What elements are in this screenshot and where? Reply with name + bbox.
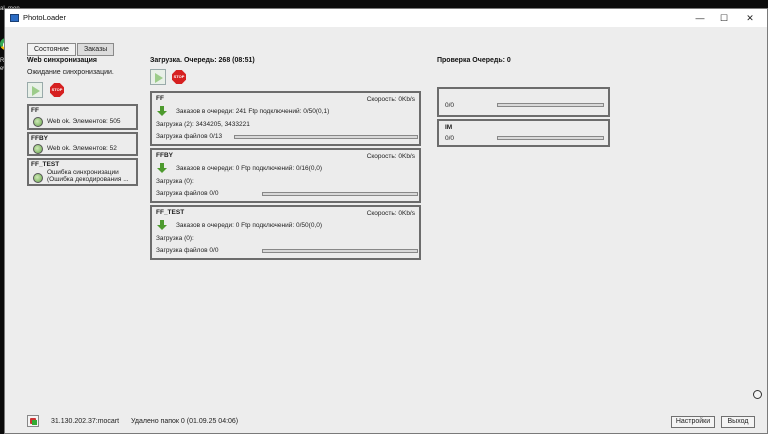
panel-name: FF_TEST [31,161,60,168]
photoloader-window: PhotoLoader — ☐ ✕ Состояние Заказы Web с… [4,8,768,434]
speed-label: Скорость: 0Kb/s [366,153,415,160]
files-line: Загрузка файлов 0/0 [156,190,219,197]
download-panel-ff-test: FF_TEST Скорость: 0Kb/s Заказов в очеред… [150,205,421,260]
panel-name: FFBY [31,135,48,142]
check-panel-name: IM [445,124,453,131]
orders-queue: Заказов в очереди: 0 Ftp подключений: 0/… [176,222,323,229]
web-sync-panel-ffby: FFBY Web ok. Элементов: 52 [27,132,138,156]
download-panel-ffby: FFBY Скорость: 0Kb/s Заказов в очереди: … [150,148,421,203]
client-area: Состояние Заказы Web синхронизация Ожида… [5,27,767,433]
check-count: 0/0 [445,135,455,142]
globe-icon [33,117,43,127]
download-icon [157,220,167,231]
check-progress-bar [497,136,604,140]
panel-error-detail: (Ошибка декодирования ... [47,176,129,183]
check-panel-im: IM 0/0 [437,119,610,147]
connection-status-icon [27,415,39,427]
host-label: 31.130.202.37:mocart [51,418,120,425]
files-progress-bar [234,135,418,139]
orders-queue: Заказов в очереди: 0 Ftp подключений: 0/… [176,165,323,172]
maximize-button[interactable]: ☐ [713,11,735,25]
files-line: Загрузка файлов 0/0 [156,247,219,254]
web-sync-panel-ff: FF Web ok. Элементов: 505 [27,104,138,130]
panel-status: Web ok. Элементов: 52 [47,145,117,152]
check-heading: Проверка Очередь: 0 [437,57,511,64]
web-sync-status: Ожидание синхронизации. [27,69,114,76]
minimize-button[interactable]: — [689,11,711,25]
play-icon [155,73,163,83]
tab-strip: Состояние Заказы [27,43,115,56]
panel-status: Web ok. Элементов: 505 [47,118,121,125]
download-heading: Загрузка. Очередь: 268 (08:51) [150,57,255,64]
web-sync-stop-button[interactable]: STOP [49,82,65,98]
web-sync-panel-ff-test: FF_TEST Ошибка синхронизации (Ошибка дек… [27,158,138,186]
download-icon [157,163,167,174]
scroll-indicator-icon [753,390,762,399]
panel-name: FF_TEST [156,209,185,216]
loading-line: Загрузка (0): [156,235,194,242]
panel-name: FFBY [156,152,173,159]
web-sync-play-button[interactable] [27,82,43,98]
check-count: 0/0 [445,102,455,109]
globe-icon [33,173,43,183]
files-progress-bar [262,249,418,253]
close-button[interactable]: ✕ [739,11,761,25]
check-panel-1: 0/0 [437,87,610,117]
tab-status[interactable]: Состояние [27,43,76,56]
files-line: Загрузка файлов 0/13 [156,133,223,140]
files-progress-bar [262,192,418,196]
loading-line: Загрузка (0): [156,178,194,185]
globe-icon [33,144,43,154]
tab-orders[interactable]: Заказы [76,43,115,56]
window-title: PhotoLoader [23,13,66,22]
download-icon [157,106,167,117]
loading-line: Загрузка (2): 3434205, 3433221 [156,121,250,128]
speed-label: Скорость: 0Kb/s [366,96,415,103]
panel-name: FF [156,95,164,102]
download-panel-ff: FF Скорость: 0Kb/s Заказов в очереди: 24… [150,91,421,146]
download-stop-button[interactable]: STOP [171,69,187,85]
panel-name: FF [31,107,39,114]
download-play-button[interactable] [150,69,166,85]
app-icon [10,14,19,22]
play-icon [32,86,40,96]
deleted-folders-label: Удалено папок 0 (01.09.25 04:06) [131,418,239,425]
check-progress-bar [497,103,604,107]
stop-icon: STOP [172,70,186,84]
title-bar: PhotoLoader — ☐ ✕ [5,9,767,27]
settings-button[interactable]: Настройки [671,416,715,428]
web-sync-heading: Web синхронизация [27,57,97,64]
stop-icon: STOP [50,83,64,97]
speed-label: Скорость: 0Kb/s [366,210,415,217]
orders-queue: Заказов в очереди: 241 Ftp подключений: … [176,108,330,115]
exit-button[interactable]: Выход [721,416,755,428]
